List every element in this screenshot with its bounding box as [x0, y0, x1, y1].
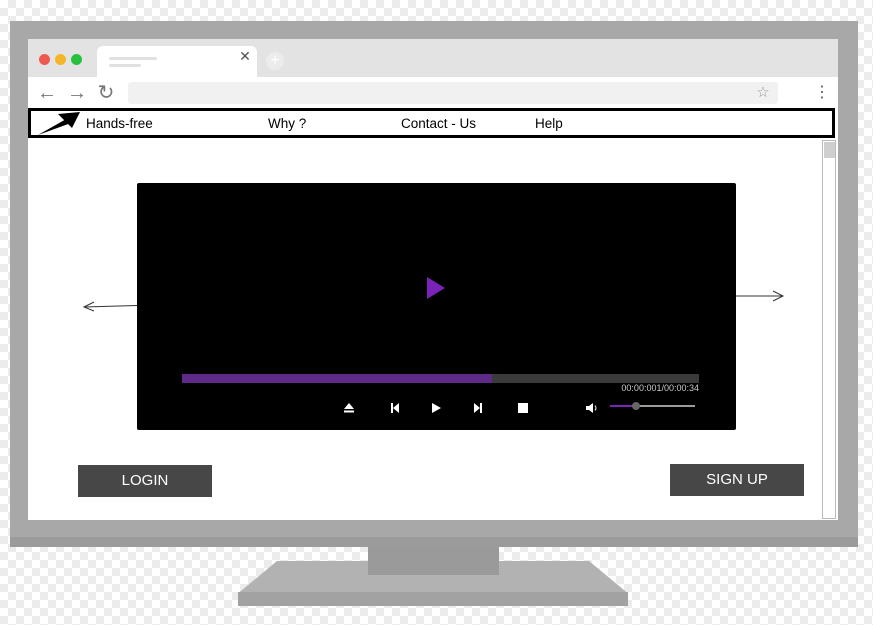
- close-tab-icon[interactable]: ✕: [238, 49, 252, 63]
- next-icon[interactable]: [469, 399, 487, 417]
- bookmark-star-icon[interactable]: ☆: [754, 84, 772, 102]
- video-progress-bar[interactable]: [182, 374, 699, 383]
- carousel-prev-arrow-icon[interactable]: [82, 299, 140, 313]
- browser-tab[interactable]: [97, 46, 257, 77]
- close-window-icon[interactable]: [39, 54, 50, 65]
- tab-subtitle-placeholder: [109, 64, 141, 67]
- new-tab-icon[interactable]: +: [266, 52, 284, 70]
- volume-slider-knob[interactable]: [631, 402, 640, 410]
- forward-arrow-icon[interactable]: →: [66, 83, 88, 105]
- tab-title-placeholder: [109, 57, 157, 60]
- monitor-stand-neck: [368, 547, 499, 575]
- monitor-stand-base-edge: [238, 592, 628, 606]
- volume-icon[interactable]: [583, 399, 601, 417]
- carousel-next-arrow-icon[interactable]: [735, 289, 785, 303]
- minimize-window-icon[interactable]: [55, 54, 66, 65]
- video-progress-fill: [182, 374, 493, 383]
- cursor-arrow-logo-icon[interactable]: [36, 111, 82, 137]
- volume-slider[interactable]: [610, 402, 695, 410]
- monitor-bottom-bezel: [10, 537, 858, 547]
- maximize-window-icon[interactable]: [71, 54, 82, 65]
- stop-icon[interactable]: [514, 399, 532, 417]
- page-scrollbar[interactable]: [822, 140, 836, 519]
- browser-window: ✕ + ← → ↻ ☆ ⋮ Hands-free Why ? Contact -…: [28, 39, 838, 520]
- video-player[interactable]: 00:00:001/00:00:34: [137, 183, 736, 430]
- video-timecode: 00:00:001/00:00:34: [621, 383, 699, 393]
- nav-link-why[interactable]: Why ?: [268, 115, 306, 133]
- brand-name[interactable]: Hands-free: [86, 115, 153, 133]
- scrollbar-thumb[interactable]: [824, 142, 835, 158]
- nav-link-contact[interactable]: Contact - Us: [401, 115, 476, 133]
- back-arrow-icon[interactable]: ←: [36, 83, 58, 105]
- previous-icon[interactable]: [386, 399, 404, 417]
- big-play-icon[interactable]: [427, 277, 445, 299]
- login-button[interactable]: LOGIN: [78, 465, 212, 497]
- play-icon[interactable]: [427, 399, 445, 417]
- signup-button[interactable]: SIGN UP: [670, 464, 804, 496]
- browser-menu-icon[interactable]: ⋮: [814, 84, 830, 102]
- reload-icon[interactable]: ↻: [95, 83, 117, 105]
- eject-icon[interactable]: [340, 399, 358, 417]
- address-bar[interactable]: [128, 82, 778, 104]
- nav-link-help[interactable]: Help: [535, 115, 563, 133]
